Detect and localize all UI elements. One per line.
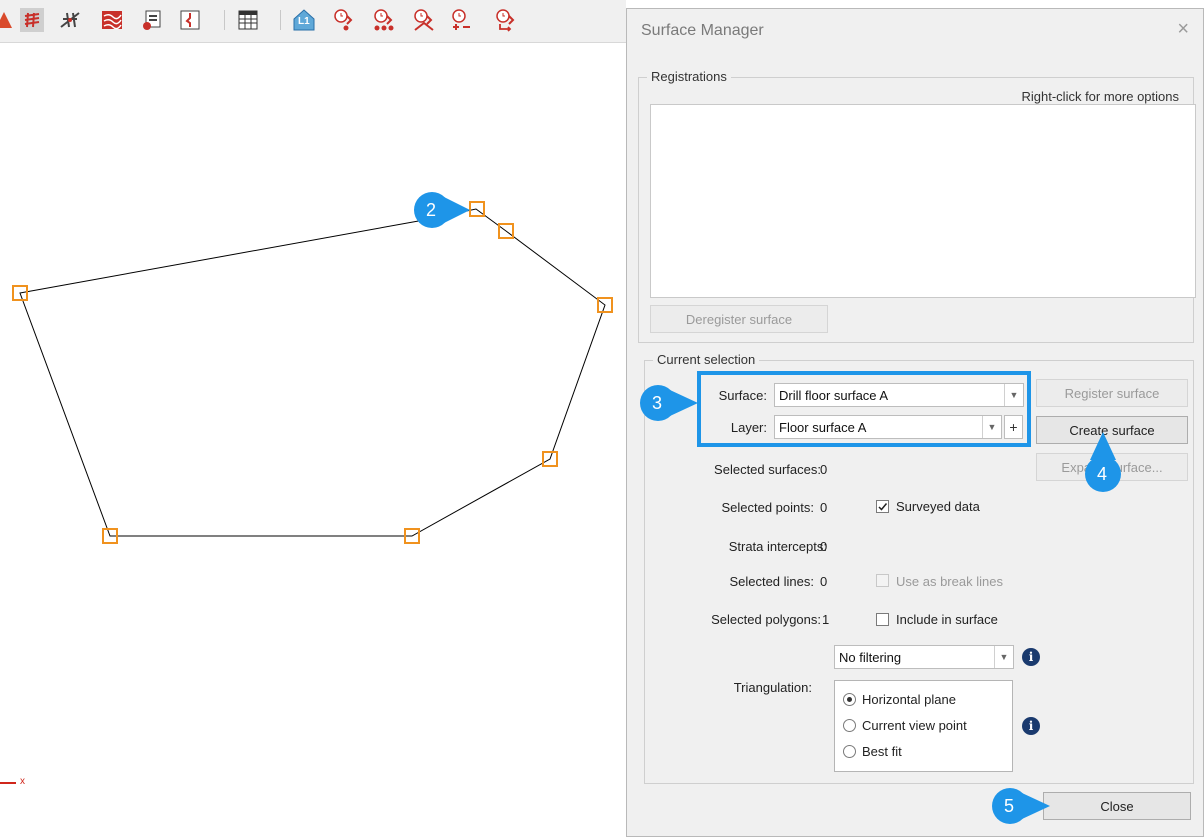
- callout-number: 2: [426, 200, 437, 220]
- x-axis-label: x: [20, 776, 25, 787]
- level-label: L1: [298, 16, 310, 27]
- survey-triangle-icon[interactable]: [412, 8, 436, 32]
- level-icon[interactable]: L1: [292, 8, 316, 32]
- radio-best-fit[interactable]: [843, 745, 856, 758]
- registrations-group-title: Registrations: [647, 69, 731, 84]
- info-icon[interactable]: i: [1022, 648, 1040, 666]
- info-icon[interactable]: i: [1022, 717, 1040, 735]
- radio-best-fit-label: Best fit: [862, 744, 902, 759]
- dialog-title: Surface Manager: [641, 22, 764, 39]
- selected-polygons-label: Selected polygons:: [711, 612, 821, 627]
- surveyed-data-checkbox[interactable]: [876, 500, 889, 513]
- survey-swap-icon[interactable]: [494, 8, 518, 32]
- deregister-surface-button[interactable]: Deregister surface: [650, 305, 828, 333]
- chevron-down-icon[interactable]: ▼: [982, 416, 1001, 438]
- filter-dropdown-value: No filtering: [839, 650, 902, 665]
- register-surface-button[interactable]: Register surface: [1036, 379, 1188, 407]
- use-break-lines-checkbox[interactable]: [876, 574, 889, 587]
- registrations-hint: Right-click for more options: [1021, 89, 1180, 104]
- layer-dropdown[interactable]: Floor surface A ▼: [774, 415, 1002, 439]
- selected-surfaces-label: Selected surfaces:: [714, 462, 821, 477]
- radio-horizontal-plane[interactable]: [843, 693, 856, 706]
- drawing-canvas[interactable]: x: [0, 43, 626, 837]
- add-layer-button[interactable]: +: [1004, 415, 1023, 439]
- callout-number: 4: [1097, 464, 1108, 484]
- strata-intercepts-label: Strata intercepts:: [728, 539, 827, 554]
- surveyed-data-label: Surveyed data: [896, 499, 980, 514]
- chevron-down-icon[interactable]: ▼: [994, 646, 1013, 668]
- callout-number: 5: [1004, 796, 1015, 816]
- survey-add-remove-icon[interactable]: [450, 8, 474, 32]
- selected-lines-label: Selected lines:: [729, 574, 814, 589]
- surface-dropdown-value: Drill floor surface A: [779, 388, 889, 403]
- selected-points-value: 0: [820, 500, 828, 515]
- selected-surfaces-value: 0: [820, 462, 828, 477]
- layer-dropdown-value: Floor surface A: [779, 420, 867, 435]
- include-in-surface-label: Include in surface: [896, 612, 998, 627]
- radio-current-view-point-label: Current view point: [862, 718, 967, 733]
- surface-icon[interactable]: [0, 8, 16, 32]
- registrations-group: Registrations Right-click for more optio…: [638, 69, 1196, 343]
- selected-lines-value: 0: [820, 574, 828, 589]
- surface-active-icon[interactable]: [20, 8, 44, 32]
- radio-current-view-point[interactable]: [843, 719, 856, 732]
- profile-icon[interactable]: [178, 8, 202, 32]
- registrations-list[interactable]: [650, 104, 1196, 298]
- selected-polygons-value: 1: [822, 612, 830, 627]
- toolbar: L1: [0, 0, 626, 43]
- polygon-outline[interactable]: [19, 208, 606, 537]
- survey-point-icon[interactable]: [332, 8, 356, 32]
- radio-horizontal-plane-label: Horizontal plane: [862, 692, 956, 707]
- strata-intercepts-value: 0: [820, 539, 828, 554]
- strata-icon[interactable]: [100, 8, 124, 32]
- road-icon[interactable]: [58, 8, 82, 32]
- close-button[interactable]: Close: [1043, 792, 1191, 820]
- callout-number: 3: [652, 393, 663, 413]
- filter-dropdown[interactable]: No filtering ▼: [834, 645, 1014, 669]
- current-selection-group-title: Current selection: [653, 352, 760, 367]
- surface-manager-dialog: Surface Manager × Registrations Right-cl…: [626, 8, 1204, 837]
- selected-points-label: Selected points:: [721, 500, 814, 515]
- chevron-down-icon[interactable]: ▼: [1004, 384, 1023, 406]
- toolbar-separator: [224, 10, 225, 30]
- toolbar-separator: [280, 10, 281, 30]
- surface-label: Surface:: [718, 388, 767, 403]
- include-in-surface-checkbox[interactable]: [876, 613, 889, 626]
- report-icon[interactable]: [140, 8, 164, 32]
- triangulation-label: Triangulation:: [733, 680, 812, 695]
- layer-label: Layer:: [730, 420, 767, 435]
- surface-dropdown[interactable]: Drill floor surface A ▼: [774, 383, 1024, 407]
- table-icon[interactable]: [236, 8, 260, 32]
- use-break-lines-label: Use as break lines: [896, 574, 1003, 589]
- survey-points-icon[interactable]: [372, 8, 396, 32]
- close-icon[interactable]: ×: [1177, 18, 1189, 41]
